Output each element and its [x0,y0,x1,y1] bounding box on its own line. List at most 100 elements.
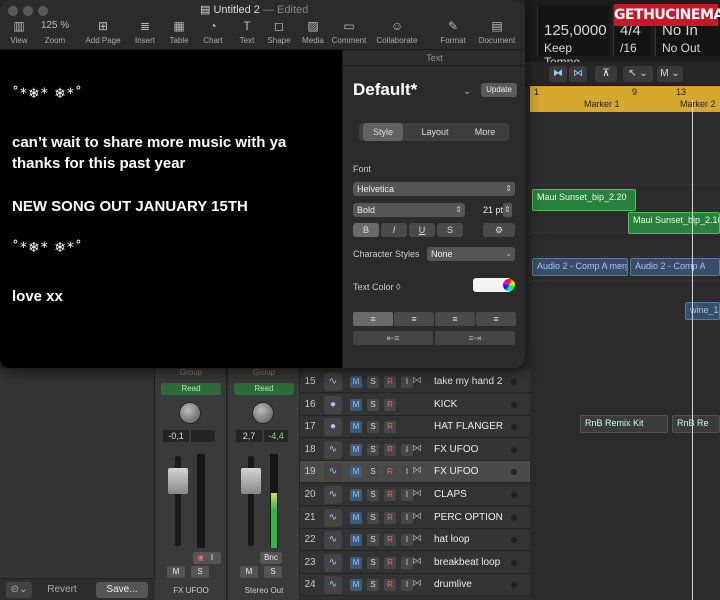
record-enable-button[interactable]: R [384,511,396,524]
align-left-icon[interactable]: ≡ [353,312,393,326]
track-name[interactable]: KICK [434,399,457,410]
solo-button[interactable]: S [367,511,379,524]
zoom-window-button[interactable] [38,6,48,16]
solo-button[interactable]: S [367,398,379,411]
group-label[interactable]: Group [234,368,294,378]
track-row[interactable]: 22 ∿ M S R I ⋈ hat loop [300,529,530,552]
italic-button[interactable]: I [381,223,407,237]
marquee-tool-icon[interactable]: M ⌄ [657,66,683,82]
mute-button[interactable]: M [350,556,362,569]
track-row[interactable]: 16 ● M S R KICK [300,393,530,416]
color-wheel-icon[interactable] [503,279,515,291]
toolbar-zoom[interactable]: 125 % Zoom [32,18,78,45]
mute-button[interactable]: M [350,376,362,388]
track-name[interactable]: FX UFOO [434,466,478,477]
waveform-icon[interactable]: ∿ [324,463,342,482]
track-row[interactable]: 24 ∿ M S R I ⋈ drumlive [300,574,530,597]
close-button[interactable] [8,6,18,16]
underline-button[interactable]: U [409,223,435,237]
record-enable-button[interactable]: R [384,398,396,411]
mute-button[interactable]: M [350,511,362,524]
waveform-icon[interactable]: ∿ [324,576,342,595]
snap-icon[interactable]: ⋈ [569,66,587,82]
mute-button[interactable]: M [240,566,258,578]
track-name[interactable]: HAT FLANGER [434,421,503,432]
group-label[interactable]: Group [161,368,221,378]
mute-button[interactable]: M [350,398,362,411]
solo-button[interactable]: S [264,566,282,578]
pan-knob[interactable] [179,402,201,424]
region-rnb-re[interactable]: RnB Re [672,415,720,433]
record-enable-button[interactable]: R [384,376,396,388]
track-name[interactable]: breakbeat loop [434,557,500,568]
flex-icon[interactable]: ⋈ [412,465,426,479]
toolbar-collaborate[interactable]: ☺ Collaborate [374,18,420,45]
justify-icon[interactable]: ≡ [476,312,516,326]
record-enable-button[interactable]: R [384,579,396,592]
volume-fader[interactable] [241,468,261,494]
solo-button[interactable]: S [367,421,379,434]
save-button[interactable]: Save... [96,582,148,598]
tab-layout[interactable]: Layout [415,123,455,141]
solo-button[interactable]: S [367,556,379,569]
region-maui-sunset-2[interactable]: Maui Sunset_bip_2.10 [628,212,720,234]
flex-icon[interactable]: ⋈ [412,511,426,525]
solo-button[interactable]: S [367,534,379,547]
track-name[interactable]: PERC OPTION [434,512,503,523]
flex-icon[interactable]: ⋈ [412,578,426,592]
mute-button[interactable]: M [350,443,362,456]
bounce-button[interactable]: Bnc [260,552,282,564]
doc-line-3[interactable]: NEW SONG OUT JANUARY 15TH [12,198,248,215]
align-right-icon[interactable]: ≡ [435,312,475,326]
record-enable-button[interactable]: R [384,421,396,434]
document-canvas[interactable]: ˚*❄︎* ❄︎*˚ can’t wait to share more musi… [0,50,342,368]
minimize-button[interactable] [23,6,33,16]
record-enable-button[interactable]: R [384,489,396,501]
doc-line-1[interactable]: can’t wait to share more music with ya [12,134,286,151]
waveform-icon[interactable]: ∿ [324,440,342,459]
solo-button[interactable]: S [367,579,379,592]
solo-button[interactable]: S [367,466,379,479]
region-audio-comp[interactable]: Audio 2 - Comp A [630,258,720,276]
track-name[interactable]: take my hand 2 [434,376,502,387]
marker-2[interactable]: Marker 2 [680,99,716,109]
toolbar-comment[interactable]: ▭ Comment [326,18,372,45]
flex-icon[interactable]: ⧓ [549,66,567,82]
region-maui-sunset-1[interactable]: Maui Sunset_bip_2.20 [532,189,636,211]
solo-button[interactable]: S [367,376,379,388]
toolbar-add-page[interactable]: ⊞ Add Page [80,18,126,45]
pan-knob[interactable] [252,402,274,424]
region-wine[interactable]: wine_184 [685,302,720,320]
track-name[interactable]: hat loop [434,534,470,545]
track-name[interactable]: drumlive [434,579,472,590]
bold-button[interactable]: B [353,223,379,237]
waveform-icon[interactable]: ∿ [324,486,342,504]
doc-line-2[interactable]: thanks for this past year [12,155,185,172]
record-enable-button[interactable]: R [384,534,396,547]
marker-1[interactable]: Marker 1 [584,99,620,109]
flex-icon[interactable]: ⋈ [412,533,426,547]
mute-button[interactable]: M [350,579,362,592]
increase-indent-icon[interactable]: ≡⇥ [435,331,515,345]
track-row[interactable]: 15 ∿ M S R I ⋈ take my hand 2 [300,371,530,393]
waveform-icon[interactable]: ∿ [324,531,342,550]
mute-button[interactable]: M [167,566,185,578]
settings-icon[interactable]: ⊝⌄ [6,582,32,598]
flex-icon[interactable]: ⋈ [412,488,426,502]
strikethrough-button[interactable]: S [437,223,463,237]
revert-button[interactable]: Revert [40,582,84,598]
track-row[interactable]: 20 ∿ M S R I ⋈ CLAPS [300,484,530,506]
tab-more[interactable]: More [465,123,505,141]
drum-icon[interactable]: ● [324,395,342,414]
waveform-icon[interactable]: ∿ [324,373,342,391]
stepper-icon[interactable]: ⇕ [503,203,512,217]
track-row[interactable]: 18 ∿ M S R I ⋈ FX UFOO [300,438,530,461]
region-rnb-remix-kit[interactable]: RnB Remix Kit [580,415,668,433]
chevron-down-icon[interactable]: ⌄ [463,86,471,97]
mute-button[interactable]: M [350,489,362,501]
toolbar-document[interactable]: ▤ Document [474,18,520,45]
doc-line-4[interactable]: love xx [12,288,63,305]
playhead[interactable] [692,100,693,600]
track-row[interactable]: 17 ● M S R HAT FLANGER [300,416,530,439]
mute-button[interactable]: M [350,421,362,434]
